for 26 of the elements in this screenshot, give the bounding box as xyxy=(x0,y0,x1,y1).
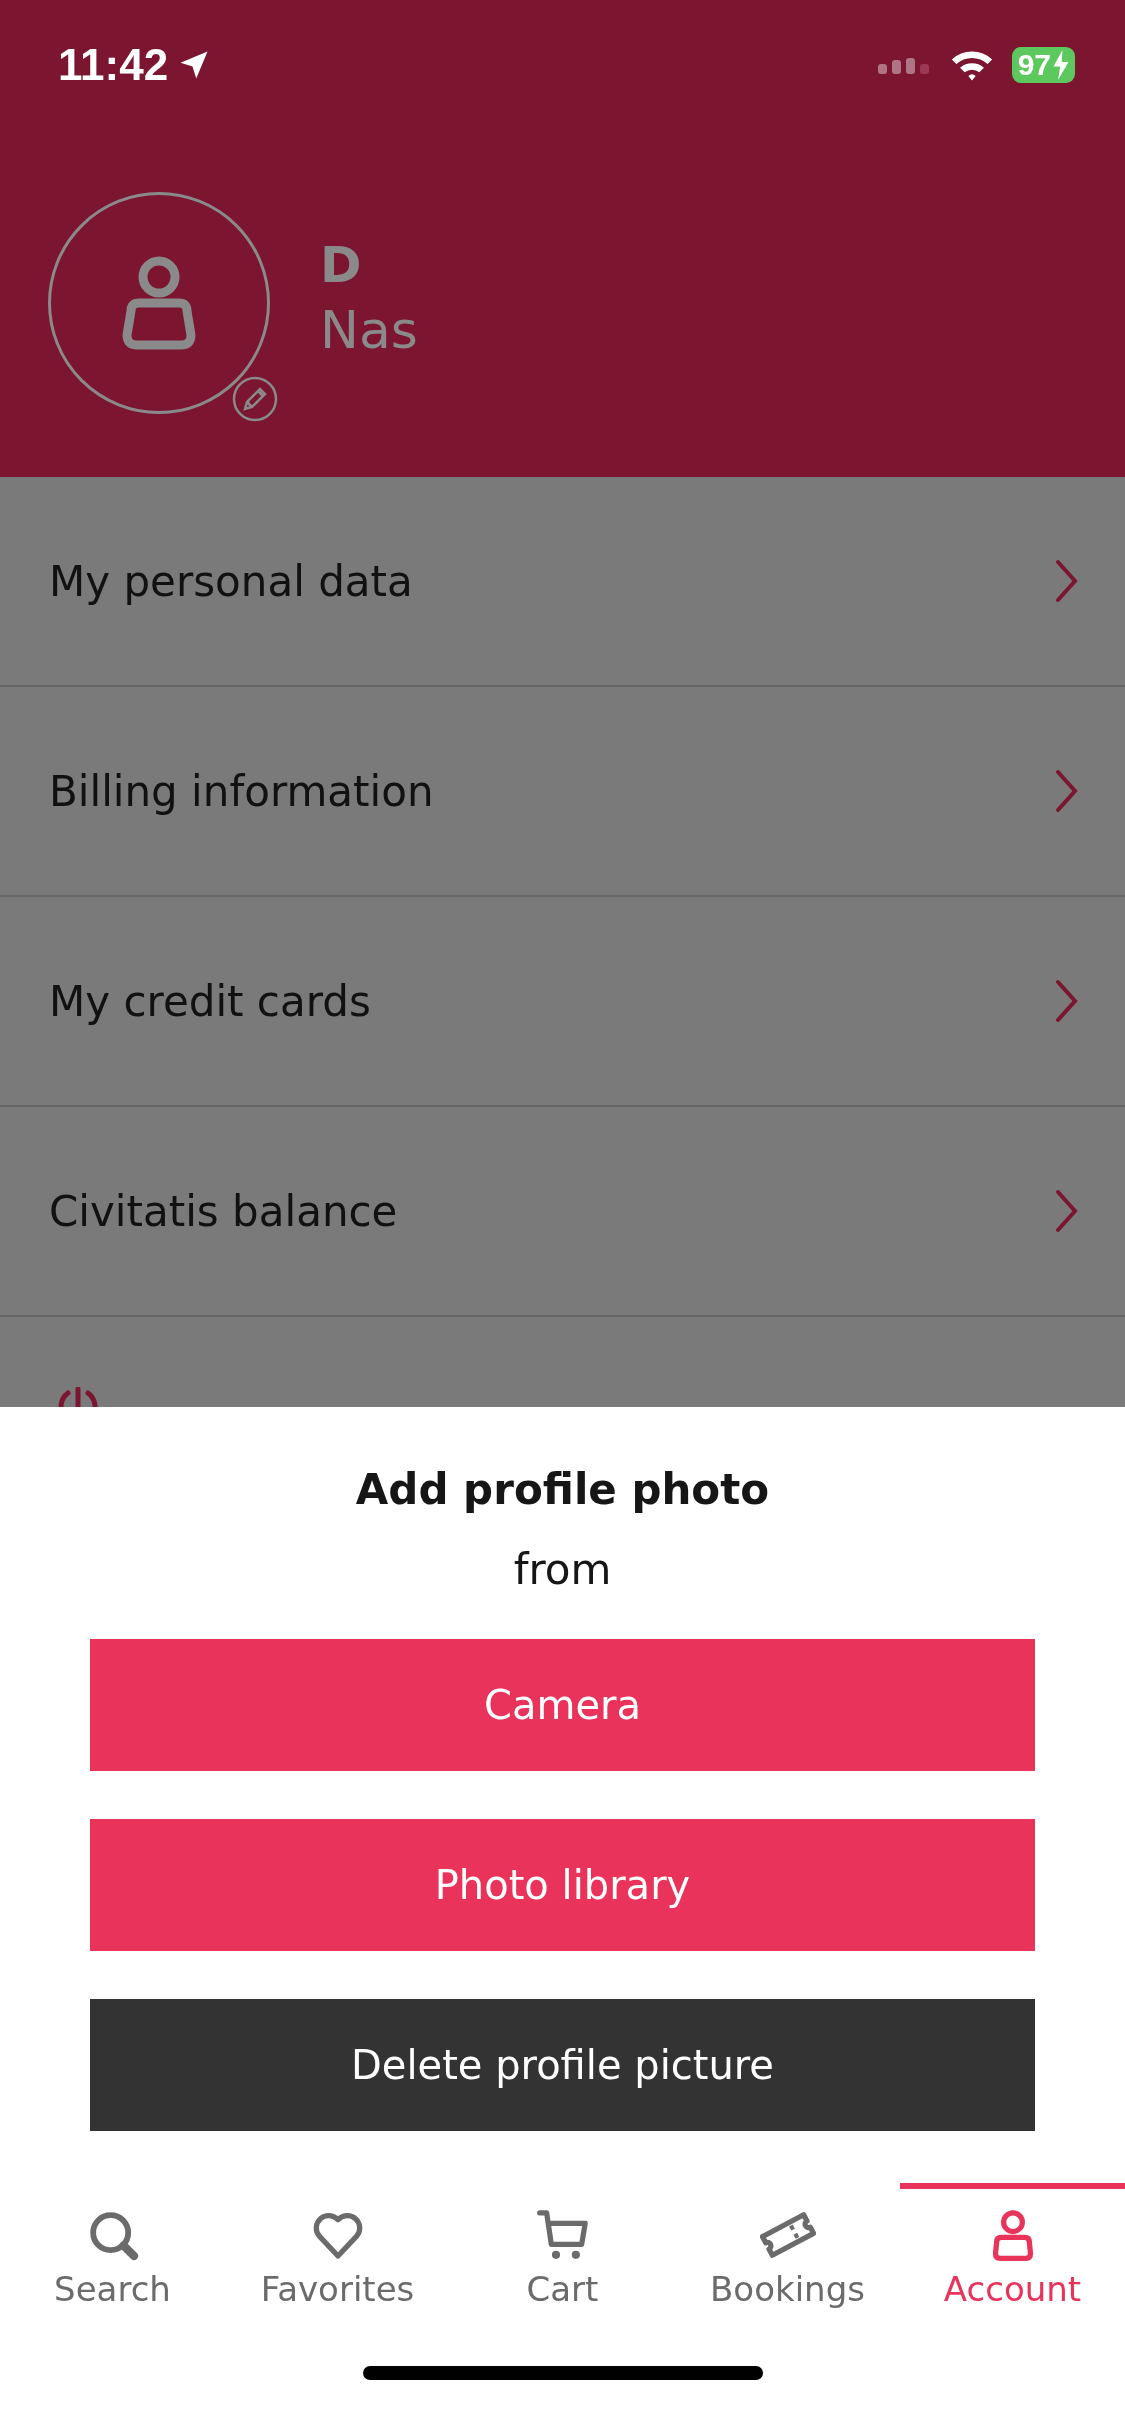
pencil-icon[interactable] xyxy=(232,376,278,422)
menu-label: Billing information xyxy=(49,766,434,816)
tab-item[interactable]: Account xyxy=(900,2183,1125,2309)
sheet-title: Add profile photo xyxy=(355,1464,770,1516)
tab-item[interactable]: Search xyxy=(0,2183,225,2309)
menu-label: My credit cards xyxy=(49,976,371,1026)
chevron-right-icon xyxy=(1055,979,1079,1023)
wifi-icon xyxy=(949,48,994,82)
sheet-subtitle: from xyxy=(513,1544,612,1596)
charging-bolt-icon xyxy=(1053,50,1069,80)
last-name: Nas xyxy=(320,299,418,362)
chevron-right-icon xyxy=(1055,769,1079,813)
option-button[interactable]: Camera xyxy=(90,1639,1035,1771)
battery-percentage: 97 xyxy=(1017,48,1051,82)
tab-item[interactable]: Favorites xyxy=(225,2183,450,2309)
option-button[interactable]: Photo library xyxy=(90,1819,1035,1951)
delete-button[interactable]: Delete profile picture xyxy=(90,1999,1035,2131)
avatar-circle[interactable] xyxy=(48,192,270,414)
chevron-right-icon xyxy=(1055,559,1079,603)
menu-label: My personal data xyxy=(49,556,413,606)
first-name: D xyxy=(320,235,363,296)
chevron-right-icon xyxy=(1055,1189,1079,1233)
tab-item[interactable]: Bookings xyxy=(675,2183,900,2309)
menu-label: Civitatis balance xyxy=(49,1186,398,1236)
status-time: 11:42 xyxy=(58,40,169,90)
tab-item[interactable]: Cart xyxy=(450,2183,675,2309)
